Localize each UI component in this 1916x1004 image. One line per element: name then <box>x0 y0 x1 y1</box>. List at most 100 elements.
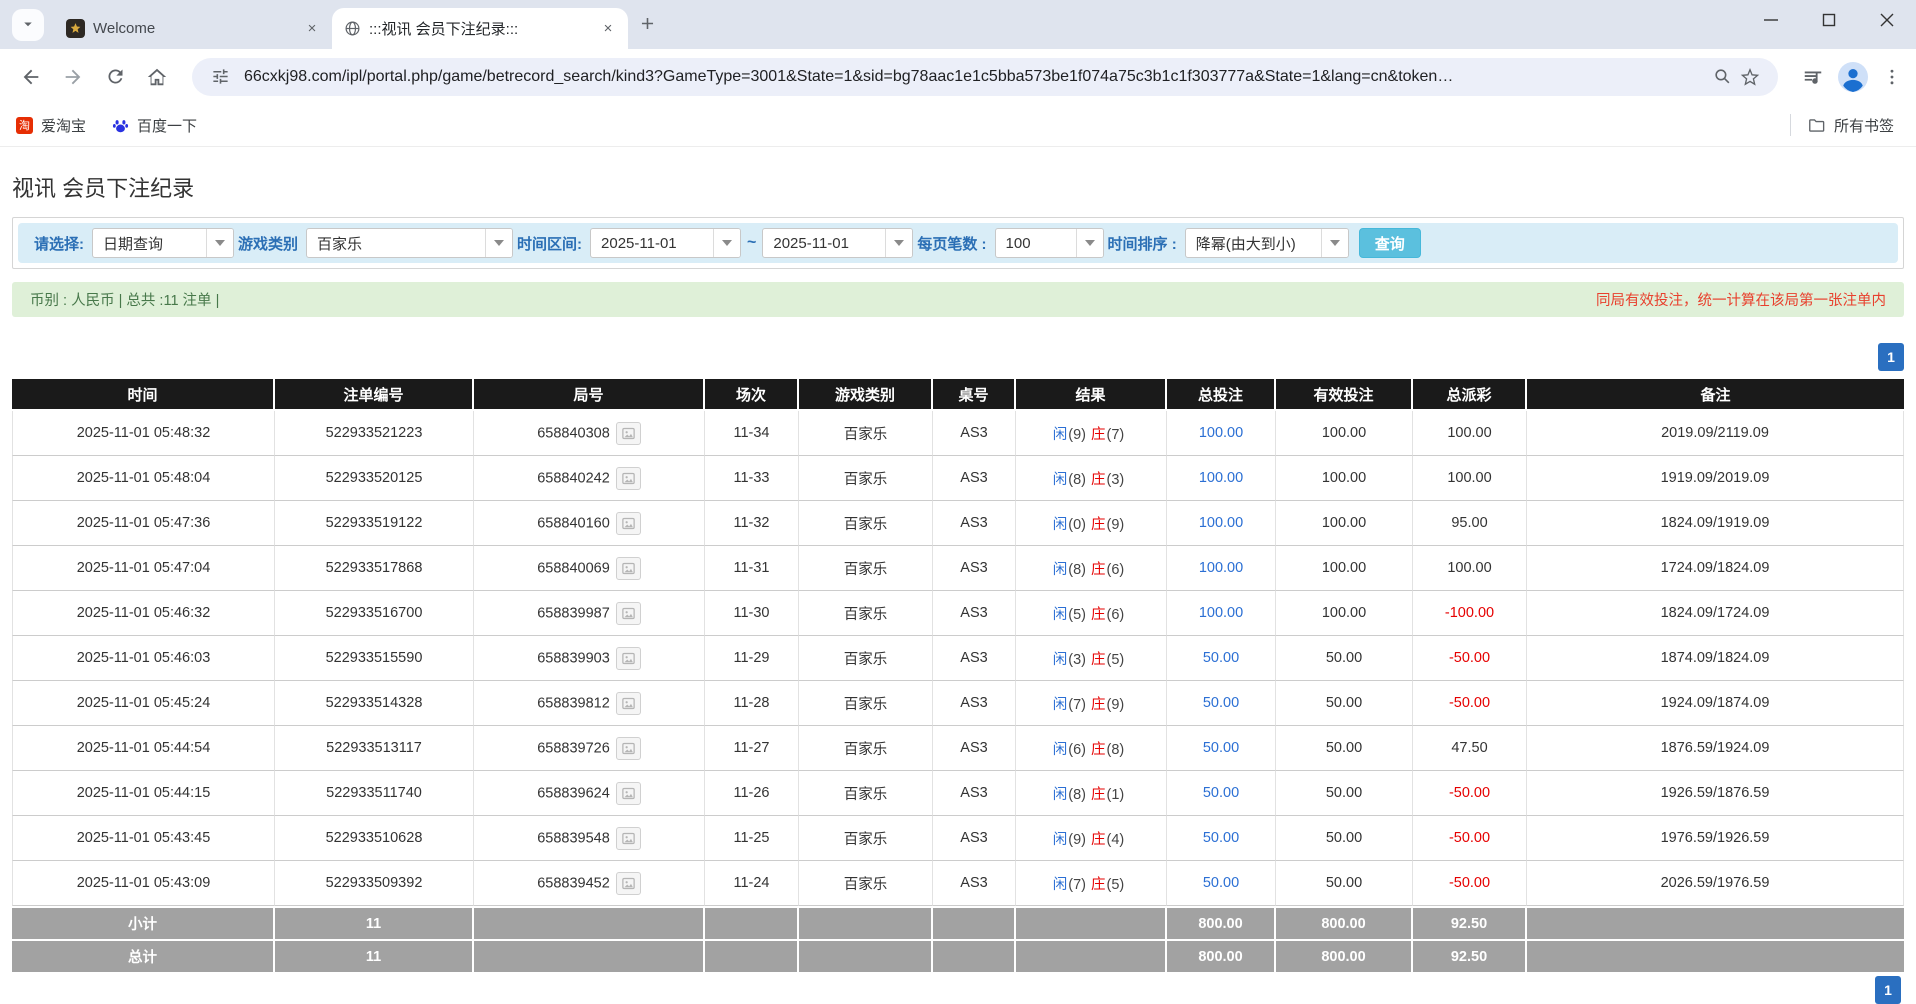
video-replay-button[interactable] <box>616 512 641 535</box>
video-replay-button[interactable] <box>616 422 641 445</box>
dropdown-arrow-icon[interactable] <box>885 229 912 257</box>
cell-session: 11-34 <box>705 411 799 456</box>
banker-result: 庄 <box>1091 607 1106 623</box>
dropdown-arrow-icon[interactable] <box>485 229 512 257</box>
total-bet-link[interactable]: 100.00 <box>1199 425 1243 441</box>
total-bet-link[interactable]: 50.00 <box>1203 830 1239 846</box>
video-replay-button[interactable] <box>616 557 641 580</box>
video-replay-button[interactable] <box>616 872 641 895</box>
banker-points: (6) <box>1107 607 1125 623</box>
tab-welcome[interactable]: Welcome × <box>54 8 332 49</box>
video-replay-button[interactable] <box>616 827 641 850</box>
banker-result: 庄 <box>1091 832 1106 848</box>
tab-betrecord-active[interactable]: :::视讯 会员下注纪录::: × <box>332 8 628 49</box>
bookmark-star-icon[interactable] <box>1736 63 1764 91</box>
cell-session: 11-26 <box>705 771 799 816</box>
table-row: 2025-11-01 05:48:04 522933520125 6588402… <box>12 456 1904 501</box>
video-replay-button[interactable] <box>616 647 641 670</box>
date-from-select[interactable]: 2025-11-01 <box>590 228 741 258</box>
kebab-menu-icon[interactable] <box>1882 67 1902 87</box>
table-row: 2025-11-01 05:47:36 522933519122 6588401… <box>12 501 1904 546</box>
page-button-1[interactable]: 1 <box>1878 343 1904 371</box>
dropdown-arrow-icon[interactable] <box>206 229 233 257</box>
maximize-button[interactable] <box>1800 0 1858 40</box>
tab-close-icon[interactable]: × <box>598 19 618 39</box>
player-result: 闲 <box>1053 697 1068 713</box>
cell-bet-id: 522933515590 <box>275 636 474 681</box>
site-settings-tune-icon[interactable] <box>206 63 234 91</box>
dropdown-arrow-icon[interactable] <box>713 229 740 257</box>
dropdown-arrow-icon[interactable] <box>1321 229 1348 257</box>
zoom-magnifier-icon[interactable] <box>1708 63 1736 91</box>
back-button[interactable] <box>14 60 48 94</box>
tab-search-button[interactable] <box>12 9 44 41</box>
page-size-select[interactable]: 100 <box>995 228 1104 258</box>
player-points: (8) <box>1068 562 1086 578</box>
cell-payout: -50.00 <box>1413 681 1527 726</box>
notice-text: 同局有效投注，统一计算在该局第一张注单内 <box>1596 289 1886 310</box>
forward-button[interactable] <box>56 60 90 94</box>
profile-avatar[interactable] <box>1838 62 1868 92</box>
total-bet-link[interactable]: 50.00 <box>1203 650 1239 666</box>
date-to-select[interactable]: 2025-11-01 <box>762 228 913 258</box>
total-bet-link[interactable]: 100.00 <box>1199 515 1243 531</box>
bookmarks-divider <box>1790 114 1791 136</box>
tab-close-icon[interactable]: × <box>302 19 322 39</box>
cell-time: 2025-11-01 05:43:45 <box>12 816 275 861</box>
total-bet-link[interactable]: 50.00 <box>1203 695 1239 711</box>
cell-total-bet: 100.00 <box>1167 456 1276 501</box>
query-button[interactable]: 查询 <box>1359 228 1421 258</box>
tab-title: Welcome <box>93 20 294 37</box>
column-header: 局号 <box>474 379 705 411</box>
sort-order-value: 降幂(由大到小) <box>1186 229 1321 257</box>
cell-table-no: AS3 <box>933 456 1016 501</box>
cell-remark: 1724.09/1824.09 <box>1527 546 1904 591</box>
cell-valid-bet: 100.00 <box>1276 591 1413 636</box>
total-bet-link[interactable]: 100.00 <box>1199 560 1243 576</box>
home-button[interactable] <box>140 60 174 94</box>
bookmark-baidu[interactable]: 百度一下 <box>112 115 197 136</box>
all-bookmarks-button[interactable]: 所有书签 <box>1807 115 1894 136</box>
total-bet-link[interactable]: 50.00 <box>1203 740 1239 756</box>
total-row: 总计 11 800.00 800.00 92.50 <box>12 939 1904 972</box>
game-type-select[interactable]: 百家乐 <box>306 228 513 258</box>
url-text[interactable]: 66cxkj98.com/ipl/portal.php/game/betreco… <box>244 68 1698 86</box>
cell-table-no: AS3 <box>933 591 1016 636</box>
video-replay-button[interactable] <box>616 782 641 805</box>
subtotal-total-bet: 800.00 <box>1167 906 1276 939</box>
column-header: 结果 <box>1016 379 1167 411</box>
media-playlist-icon[interactable] <box>1802 66 1824 88</box>
total-bet-link[interactable]: 50.00 <box>1203 875 1239 891</box>
page-button-1[interactable]: 1 <box>1875 976 1901 1004</box>
bookmark-taobao[interactable]: 淘 爱淘宝 <box>16 115 86 136</box>
total-bet-link[interactable]: 50.00 <box>1203 785 1239 801</box>
minimize-button[interactable] <box>1742 0 1800 40</box>
total-bet-link[interactable]: 100.00 <box>1199 470 1243 486</box>
table-row: 2025-11-01 05:45:24 522933514328 6588398… <box>12 681 1904 726</box>
new-tab-button[interactable] <box>638 14 657 36</box>
round-id-text: 658839548 <box>537 830 610 846</box>
video-replay-button[interactable] <box>616 692 641 715</box>
column-header: 总投注 <box>1167 379 1276 411</box>
cell-game-type: 百家乐 <box>799 816 933 861</box>
query-type-select[interactable]: 日期查询 <box>92 228 234 258</box>
omnibox[interactable]: 66cxkj98.com/ipl/portal.php/game/betreco… <box>192 58 1778 96</box>
video-replay-button[interactable] <box>616 737 641 760</box>
video-replay-button[interactable] <box>616 467 641 490</box>
total-bet-link[interactable]: 100.00 <box>1199 605 1243 621</box>
reload-button[interactable] <box>98 60 132 94</box>
dropdown-arrow-icon[interactable] <box>1076 229 1103 257</box>
player-points: (8) <box>1068 787 1086 803</box>
cell-round-id: 658839812 <box>474 681 705 726</box>
cell-session: 11-32 <box>705 501 799 546</box>
cell-session: 11-24 <box>705 861 799 906</box>
cell-total-bet: 50.00 <box>1167 861 1276 906</box>
cell-total-bet: 100.00 <box>1167 501 1276 546</box>
subtotal-payout: 92.50 <box>1413 906 1527 939</box>
close-window-button[interactable] <box>1858 0 1916 40</box>
game-type-label: 游戏类别 <box>238 233 298 254</box>
folder-icon <box>1807 116 1826 135</box>
sort-order-select[interactable]: 降幂(由大到小) <box>1185 228 1349 258</box>
cell-round-id: 658839987 <box>474 591 705 636</box>
video-replay-button[interactable] <box>616 602 641 625</box>
